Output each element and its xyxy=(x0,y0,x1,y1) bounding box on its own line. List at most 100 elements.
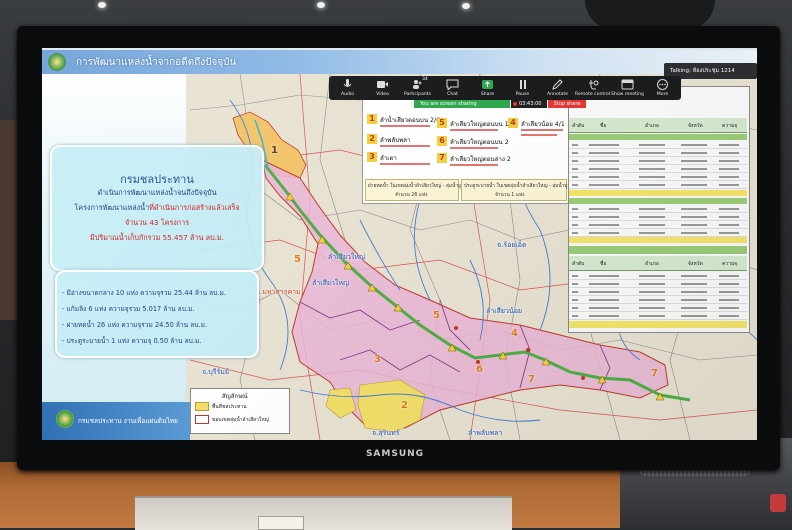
zoom-button-label: Video xyxy=(376,92,389,97)
basin-number-badge: 2 xyxy=(367,134,377,144)
table-cell xyxy=(719,232,739,234)
zoom-chat-button[interactable]: Chat xyxy=(435,76,470,100)
remote-control-icon xyxy=(589,80,599,90)
map-basin-number: 1 xyxy=(271,145,278,156)
basin-stats xyxy=(380,145,430,147)
table-section-header xyxy=(569,134,747,140)
table-cell xyxy=(639,208,665,210)
zoom-show-meeting-button[interactable]: Show meeting xyxy=(610,76,645,100)
table-row xyxy=(569,296,747,304)
zoom-button-label: Show meeting xyxy=(611,92,644,97)
zoom-more-button[interactable]: More xyxy=(645,76,680,100)
basin-number-badge: 7 xyxy=(437,153,447,163)
zoom-audio-button[interactable]: Audio xyxy=(330,76,365,100)
zoom-video-button[interactable]: Video xyxy=(365,76,400,100)
rid-logo-icon xyxy=(48,53,66,71)
table-total-row xyxy=(569,321,747,328)
table-cell xyxy=(719,216,739,218)
basin-number-badge: 4 xyxy=(508,118,518,128)
table-cell xyxy=(719,152,739,154)
basin-stats xyxy=(450,129,498,131)
table-header-cell: ลำดับ xyxy=(572,123,585,129)
table-cell xyxy=(589,152,619,154)
basin-stats xyxy=(380,125,430,127)
legend-item-label: พื้นที่ชลประทาน xyxy=(212,404,247,410)
table-row xyxy=(569,173,747,181)
table-row xyxy=(569,205,747,213)
basin-number-badge: 5 xyxy=(437,118,447,128)
basin-name: ลำเสียวใหญ่ตอนล่าง 2 xyxy=(450,156,511,163)
table-cell xyxy=(681,184,707,186)
table-cell xyxy=(719,299,739,301)
table-cell xyxy=(589,299,619,301)
summary-line: โครงการพัฒนาแหล่งน้ำที่ดำเนินการก่อสร้าง… xyxy=(50,203,264,214)
zoom-participants-button[interactable]: Participants 34 xyxy=(400,76,435,100)
table-cell xyxy=(681,307,707,309)
gate-summary-count: จำนวน 1 แห่ง xyxy=(495,193,525,198)
detail-item: - แก้มลิง 6 แห่ง ความจุรวม 5.017 ล้าน ลบ… xyxy=(62,305,195,313)
zoom-pause-button[interactable]: Pause xyxy=(505,76,540,100)
table-row xyxy=(569,272,747,280)
table-cell xyxy=(572,144,578,146)
map-label-surin: จ.สุรินทร์ xyxy=(372,429,400,437)
table-cell xyxy=(572,168,578,170)
table-cell xyxy=(589,224,619,226)
table-cell xyxy=(681,208,707,210)
zoom-button-label: Chat xyxy=(447,92,458,97)
table-cell xyxy=(681,144,707,146)
table-cell xyxy=(572,216,578,218)
footer-text: กรมชลประทาน งานเพื่อแผ่นดินไทย xyxy=(78,417,178,425)
window-icon xyxy=(621,79,634,90)
zoom-share-button[interactable]: Share xyxy=(470,76,505,100)
table-cell xyxy=(681,216,707,218)
participants-count: 34 xyxy=(422,77,428,82)
table-cell xyxy=(572,283,578,285)
basin-stats xyxy=(521,129,563,131)
table-cell xyxy=(719,176,739,178)
table-cell xyxy=(681,168,707,170)
table-row xyxy=(569,312,747,320)
table-row xyxy=(569,288,747,296)
table-cell xyxy=(719,275,739,277)
table-cell xyxy=(589,307,619,309)
legend-swatch-irrigation xyxy=(195,402,209,411)
table-cell xyxy=(639,176,665,178)
table-cell xyxy=(681,176,707,178)
table-cell xyxy=(589,315,619,317)
basin-number-badge: 6 xyxy=(437,136,447,146)
map-label-mahasarakham: จ.มหาสารคาม xyxy=(256,288,301,296)
map-label-buriram: จ.บุรีรัมย์ xyxy=(202,368,230,376)
table-cell xyxy=(719,168,739,170)
table-cell xyxy=(639,168,665,170)
table-header-cell: ชื่อ xyxy=(600,261,607,267)
table-total-row xyxy=(569,190,747,196)
basin-name: ลำพลับพลา xyxy=(380,137,411,144)
talking-text: Talking: ห้องประชุม 1214 xyxy=(670,68,735,74)
basin-number-badge: 3 xyxy=(367,152,377,162)
map-basin-number: 5 xyxy=(433,310,440,321)
table-row xyxy=(569,221,747,229)
monitor-brand-logo: SAMSUNG xyxy=(365,449,425,459)
table-cell xyxy=(639,283,665,285)
table-cell xyxy=(572,307,578,309)
ceiling-light xyxy=(98,2,106,8)
table-section-header xyxy=(569,246,747,254)
stop-share-button[interactable]: Stop share xyxy=(548,100,586,108)
map-basin-number: 7 xyxy=(651,368,658,379)
table-row xyxy=(569,213,747,221)
zoom-remote-control-button[interactable]: Remote control xyxy=(575,76,610,100)
summary-project-count: จำนวน 43 โครงการ xyxy=(124,218,190,227)
basin-name: ลำเสียวใหญ่ตอนบน 2 xyxy=(450,139,509,146)
table-cell xyxy=(572,176,578,178)
table-row xyxy=(569,229,747,237)
map-label-phlapphla: ลำพลับพลา xyxy=(468,429,503,437)
screen-sharing-banner: You are screen sharing xyxy=(414,100,510,108)
basin-name: ลำเสียวน้อย 4/1 xyxy=(521,121,565,128)
recording-dot-icon xyxy=(513,102,517,106)
zoom-button-label: Audio xyxy=(340,92,355,97)
table-cell xyxy=(719,224,739,226)
zoom-annotate-button[interactable]: Annotate xyxy=(540,76,575,100)
table-cell xyxy=(639,275,665,277)
table-cell xyxy=(589,291,619,293)
map-label-river: ลำเสียวใหญ่ xyxy=(328,253,365,261)
